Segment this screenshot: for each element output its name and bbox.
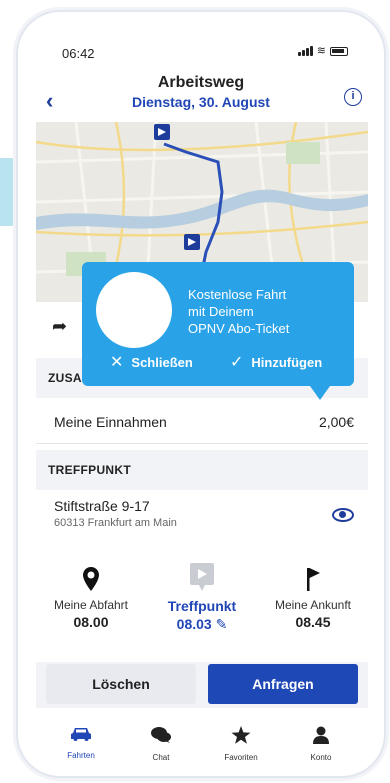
page-header: ‹ Arbeitsweg Dienstag, 30. August i bbox=[18, 74, 384, 120]
tab-favorites[interactable]: Favoriten bbox=[206, 726, 276, 762]
wifi-icon: ≋ bbox=[316, 45, 326, 57]
tab-chat[interactable]: Chat bbox=[126, 726, 196, 762]
tab-account-label: Konto bbox=[310, 753, 332, 762]
action-bar: Löschen Anfragen bbox=[36, 662, 368, 708]
status-bar: 06:42 ≋ bbox=[18, 12, 384, 72]
meeting-point-row: Stiftstraße 9-17 60313 Frankfurt am Main bbox=[36, 490, 368, 548]
earnings-value: 2,00€ bbox=[318, 413, 354, 430]
meeting-stop[interactable]: Treffpunkt 08.03 ✎ bbox=[147, 560, 257, 633]
popup-line-2: mit Deinem bbox=[188, 304, 254, 319]
phone-frame: 06:42 ≋ ‹ Arbeitsweg Dienstag, 30. Augus… bbox=[16, 10, 386, 778]
meeting-pin-icon bbox=[184, 234, 200, 250]
pencil-icon[interactable]: ✎ bbox=[216, 616, 228, 632]
meeting-time: 08.03 ✎ bbox=[147, 616, 257, 633]
page-date: Dienstag, 30. August bbox=[132, 94, 270, 110]
location-pin-icon bbox=[83, 567, 99, 591]
back-chevron-icon[interactable]: ‹ bbox=[46, 88, 53, 114]
popup-message: Kostenlose Fahrt mit Deinem OPNV Abo-Tic… bbox=[188, 286, 348, 337]
stops-timeline: Meine Abfahrt 08.00 Treffpunkt 08.03 ✎ M… bbox=[36, 560, 368, 650]
chat-icon bbox=[151, 727, 171, 743]
finish-flag-icon bbox=[307, 568, 320, 591]
meeting-city: 60313 Frankfurt am Main bbox=[54, 517, 177, 529]
delete-button[interactable]: Löschen bbox=[46, 664, 196, 704]
earnings-label: Meine Einnahmen bbox=[54, 413, 167, 430]
status-time: 06:42 bbox=[62, 46, 95, 61]
close-icon: ✕ bbox=[110, 354, 124, 371]
earnings-row: Meine Einnahmen 2,00€ bbox=[36, 400, 368, 444]
meeting-label: Treffpunkt bbox=[167, 598, 237, 614]
tab-rides-label: Fahrten bbox=[67, 751, 95, 760]
meeting-section-heading: TREFFPUNKT bbox=[36, 450, 368, 490]
battery-icon bbox=[330, 47, 348, 56]
tab-favorites-label: Favoriten bbox=[224, 753, 258, 762]
car-icon bbox=[71, 728, 91, 741]
arrival-time: 08.45 bbox=[295, 614, 331, 630]
info-icon[interactable]: i bbox=[344, 88, 362, 106]
popup-close-button[interactable]: ✕ Schließen bbox=[110, 352, 193, 372]
eye-icon[interactable] bbox=[332, 508, 354, 522]
signal-icon bbox=[297, 46, 313, 56]
tab-account[interactable]: Konto bbox=[286, 726, 356, 762]
page-title: Arbeitsweg bbox=[157, 74, 245, 91]
tab-rides[interactable]: Fahrten bbox=[46, 726, 116, 760]
arrival-label: Meine Ankunft bbox=[274, 598, 352, 612]
meeting-time-value: 08.03 bbox=[176, 616, 212, 632]
start-pin-icon bbox=[154, 124, 170, 140]
popup-line-1: Kostenlose Fahrt bbox=[188, 287, 287, 302]
meeting-flag-icon bbox=[190, 563, 214, 591]
status-icons: ≋ bbox=[297, 45, 348, 57]
popup-add-label: Hinzufügen bbox=[251, 354, 323, 370]
popup-add-button[interactable]: ✓ Hinzufügen bbox=[230, 352, 322, 372]
person-icon bbox=[313, 726, 329, 744]
tab-bar: Fahrten Chat Favoriten Konto bbox=[36, 712, 368, 772]
popup-line-3: OPNV Abo-Ticket bbox=[188, 321, 290, 336]
ticket-offer-popup: Kostenlose Fahrt mit Deinem OPNV Abo-Tic… bbox=[82, 262, 354, 400]
popup-close-label: Schließen bbox=[131, 354, 193, 370]
checkmark-icon: ✓ bbox=[230, 354, 244, 371]
departure-label: Meine Abfahrt bbox=[53, 598, 129, 612]
departure-time: 08.00 bbox=[73, 614, 109, 630]
meeting-street: Stiftstraße 9-17 bbox=[54, 498, 150, 514]
request-button[interactable]: Anfragen bbox=[208, 664, 358, 704]
popup-image-placeholder bbox=[96, 272, 172, 348]
tab-chat-label: Chat bbox=[152, 753, 170, 762]
star-icon bbox=[231, 726, 251, 744]
share-arrow-icon[interactable]: ➦ bbox=[52, 316, 67, 337]
arrival-stop: Meine Ankunft 08.45 bbox=[258, 560, 368, 630]
departure-stop: Meine Abfahrt 08.00 bbox=[36, 560, 146, 630]
